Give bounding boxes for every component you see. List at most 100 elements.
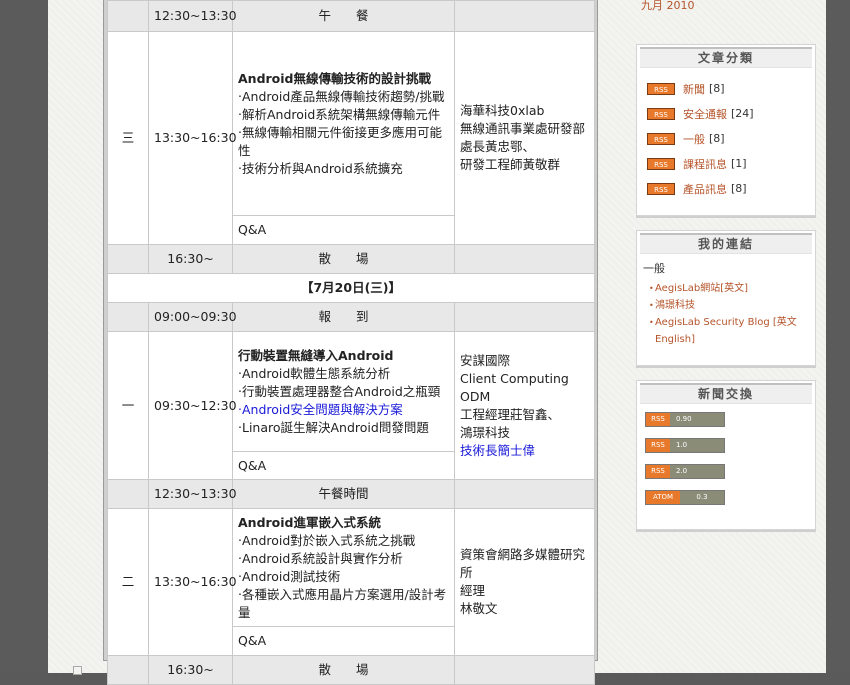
topic-title: Android無線傳輸技術的設計挑戰: [238, 70, 432, 86]
category-link[interactable]: 課程訊息: [683, 156, 727, 172]
feed-tag: RSS: [646, 465, 670, 478]
time-cell: 12:30~13:30: [148, 0, 237, 32]
speaker-line: 工程經理莊智鑫、: [460, 406, 561, 422]
feed-tag: RSS: [646, 439, 670, 452]
links-group-label: 一般: [643, 262, 665, 275]
category-item[interactable]: RSS 課程訊息 [1]: [637, 151, 815, 176]
topics-cell: 行動裝置無縫導入Android ‧Android軟體生態系統分析 ‧行動裝置處理…: [232, 331, 455, 452]
schedule-panel: 12:30~13:30 午 餐 三 13:30~16:30 Android無線傳…: [103, 0, 598, 685]
table-row: 12:30~13:30 午餐時間: [107, 479, 595, 509]
topic-item: ‧行動裝置處理器整合Android之瓶頸: [238, 383, 441, 399]
rss-icon[interactable]: RSS: [647, 82, 675, 95]
category-link[interactable]: 安全通報: [683, 106, 727, 122]
rss-icon[interactable]: RSS: [647, 107, 675, 120]
session-label: 散 場: [232, 244, 455, 274]
category-item[interactable]: RSS 一般 [8]: [637, 126, 815, 151]
feed-tag: RSS: [646, 413, 670, 426]
day-cell: 三: [107, 31, 149, 245]
category-link[interactable]: 一般: [683, 131, 705, 147]
table-row: 一 09:30~12:30 行動裝置無縫導入Android ‧Android軟體…: [107, 331, 595, 480]
speaker-line: 資策會網路多媒體研究所: [460, 547, 586, 580]
speaker-line: 安謀國際: [460, 352, 511, 368]
sidebar-link[interactable]: AegisLab網站[英文]: [637, 280, 815, 297]
session-label: 報 到: [232, 302, 455, 332]
feed-tag: ATOM: [646, 491, 680, 504]
time-cell: 13:30~16:30: [148, 31, 237, 245]
schedule-table: 12:30~13:30 午 餐 三 13:30~16:30 Android無線傳…: [107, 0, 595, 685]
speaker-cell: [454, 479, 595, 509]
speaker-line: 研發工程師黃敬群: [460, 157, 561, 172]
category-count: [8]: [709, 82, 725, 95]
qa-cell: Q&A: [232, 626, 455, 656]
resize-handle[interactable]: [73, 666, 82, 675]
feeds-title: 新聞交換: [640, 383, 812, 404]
topic-title: Android進軍嵌入式系統: [238, 514, 382, 530]
page-body: 12:30~13:30 午 餐 三 13:30~16:30 Android無線傳…: [48, 0, 826, 685]
speaker-cell: 海華科技0xlab 無線通訊事業處研發部 處長黃忠鄂、 研發工程師黃敬群: [454, 31, 595, 245]
topic-item: ‧技術分析與Android系統擴充: [238, 160, 403, 176]
category-count: [24]: [731, 107, 754, 120]
day-cell: [107, 244, 149, 274]
links-box: 我的連結 一般 AegisLab網站[英文] 鴻璟科技 AegisLab Sec…: [636, 230, 816, 366]
links-title: 我的連結: [640, 233, 812, 254]
time-cell: 16:30~: [148, 655, 233, 685]
category-item[interactable]: RSS 新聞 [8]: [637, 76, 815, 101]
left-frame: [0, 0, 48, 673]
speaker-line: Client Computing ODM: [460, 370, 569, 404]
topic-item: ‧Android對於嵌入式系統之挑戰: [238, 532, 416, 548]
category-link[interactable]: 產品訊息: [683, 181, 727, 197]
archive-link[interactable]: 九月 2010: [641, 0, 695, 13]
topic-title: 行動裝置無縫導入Android: [238, 347, 394, 363]
category-count: [1]: [731, 157, 747, 170]
speaker-line: 海華科技0xlab: [460, 103, 545, 118]
time-cell: 16:30~: [148, 244, 233, 274]
day-cell: [107, 479, 149, 509]
sidebar-link[interactable]: 鴻璟科技: [637, 297, 815, 314]
session-label: 午 餐: [232, 0, 455, 32]
topics-cell: Android進軍嵌入式系統 ‧Android對於嵌入式系統之挑戰 ‧Andro…: [232, 508, 455, 627]
rss-icon[interactable]: RSS: [647, 157, 675, 170]
day-cell: 二: [107, 508, 149, 656]
rss-icon[interactable]: RSS: [647, 132, 675, 145]
speaker-line: 經理: [460, 583, 486, 598]
category-item[interactable]: RSS 安全通報 [24]: [637, 101, 815, 126]
topic-item: ‧Android測試技術: [238, 568, 341, 584]
topic-item: ‧Linaro誕生解決Android問發問題: [238, 419, 429, 435]
qa-cell: Q&A: [232, 215, 455, 245]
topic-item: ‧各種嵌入式應用晶片方案選用/設計考量: [238, 586, 447, 620]
speaker-cell: [454, 302, 595, 332]
speaker-link[interactable]: 技術長簡士偉: [460, 442, 589, 460]
sidebar-link[interactable]: AegisLab Security Blog [英文 English]: [637, 314, 815, 348]
categories-title: 文章分類: [640, 47, 812, 68]
rss-10-feed-button[interactable]: RSS 1.0: [645, 438, 725, 453]
topic-link[interactable]: ‧Android安全問題與解決方案: [238, 401, 449, 419]
atom-03-feed-button[interactable]: ATOM 0.3: [645, 490, 725, 505]
day-cell: 一: [107, 331, 149, 480]
speaker-cell: [454, 0, 595, 32]
categories-box: 文章分類 RSS 新聞 [8] RSS 安全通報 [24] RSS 一般 [8]: [636, 44, 816, 216]
topic-item: ‧Android系統設計與實作分析: [238, 550, 403, 566]
rss-090-feed-button[interactable]: RSS 0.90: [645, 412, 725, 427]
speaker-cell: [454, 244, 595, 274]
speaker-line: 處長黃忠鄂、: [460, 139, 536, 154]
category-link[interactable]: 新聞: [683, 81, 705, 97]
time-cell: 12:30~13:30: [148, 479, 237, 509]
speaker-cell: 安謀國際 Client Computing ODM 工程經理莊智鑫、 鴻璟科技 …: [454, 331, 595, 480]
time-cell: 13:30~16:30: [148, 508, 237, 656]
session-label: 午餐時間: [232, 479, 455, 509]
table-row: 12:30~13:30 午 餐: [107, 0, 595, 32]
rss-20-feed-button[interactable]: RSS 2.0: [645, 464, 725, 479]
feeds-box: 新聞交換 RSS 0.90 RSS 1.0 RSS 2.0 ATOM 0.3: [636, 380, 816, 530]
session-label: 散 場: [232, 655, 455, 685]
category-count: [8]: [709, 132, 725, 145]
category-count: [8]: [731, 182, 747, 195]
right-frame: [826, 0, 850, 673]
rss-icon[interactable]: RSS: [647, 182, 675, 195]
topics-cell: Android無線傳輸技術的設計挑戰 ‧Android產品無線傳輸技術趨勢/挑戰…: [232, 31, 455, 216]
table-row: 【7月20日(三)】: [107, 273, 595, 303]
speaker-line: 鴻璟科技: [460, 424, 511, 440]
category-item[interactable]: RSS 產品訊息 [8]: [637, 176, 815, 201]
day-cell: [107, 0, 149, 32]
speaker-cell: [454, 655, 595, 685]
date-heading: 【7月20日(三)】: [107, 273, 595, 303]
